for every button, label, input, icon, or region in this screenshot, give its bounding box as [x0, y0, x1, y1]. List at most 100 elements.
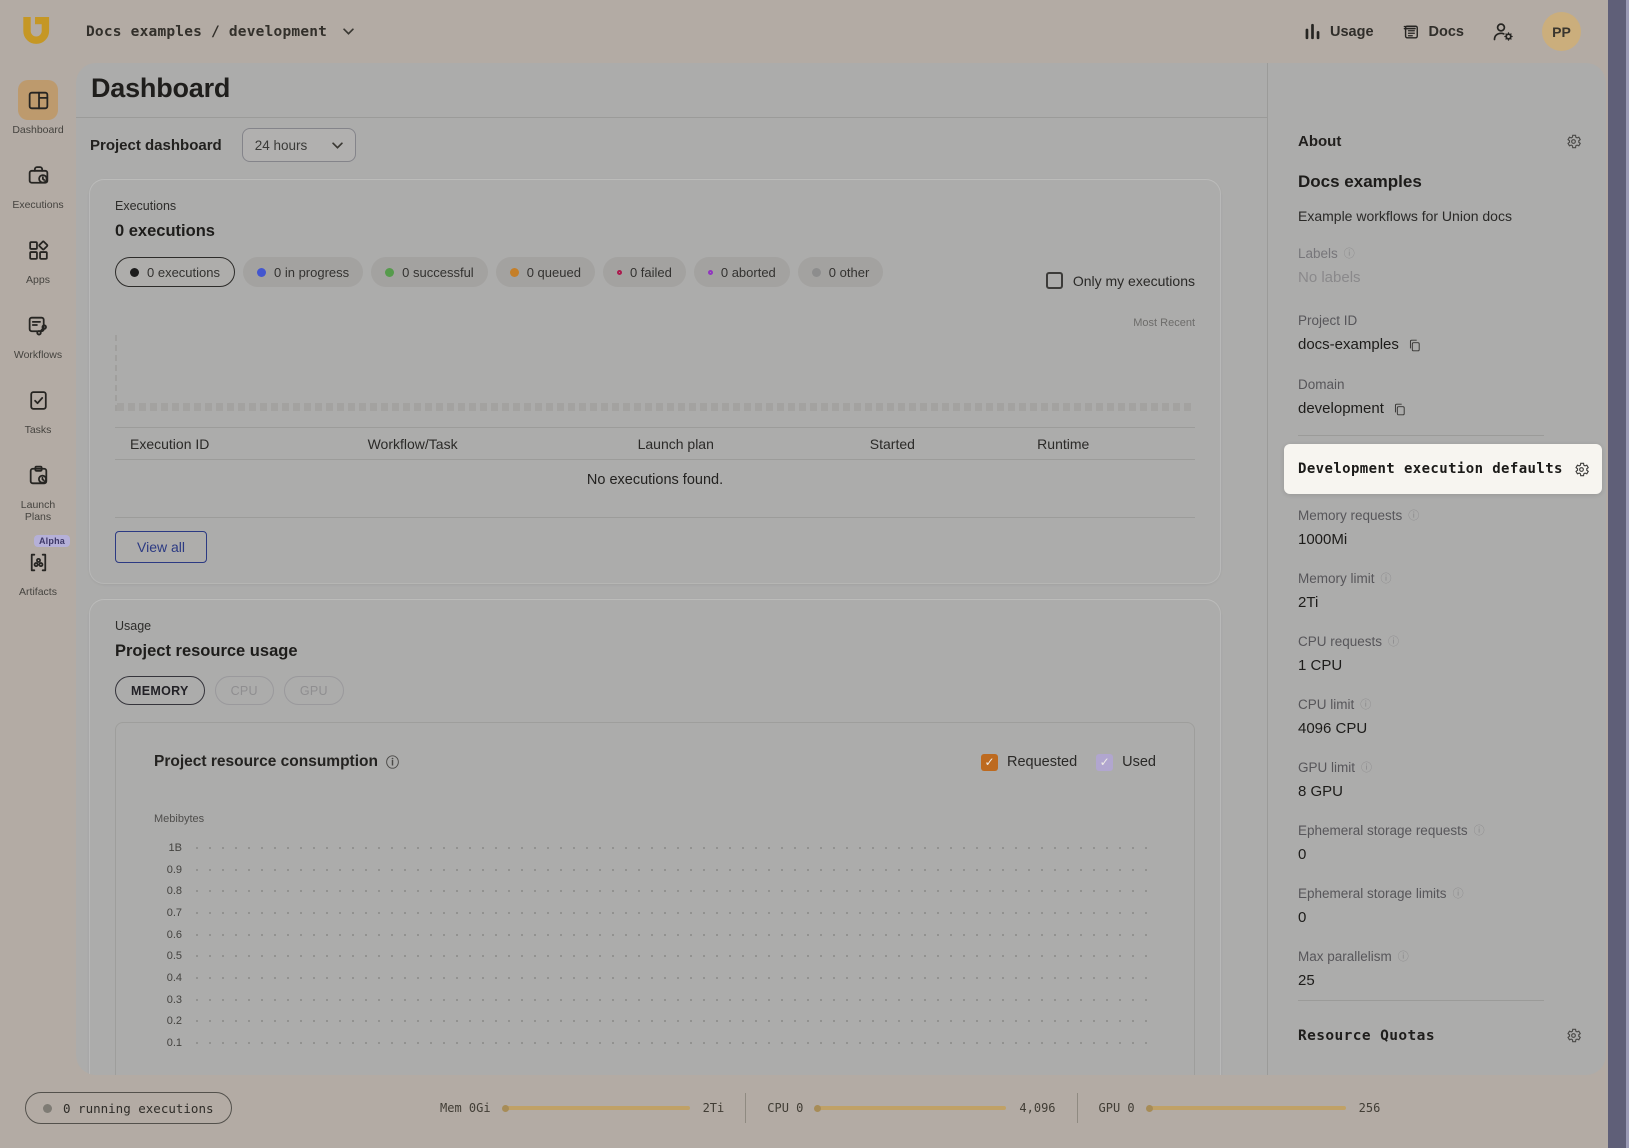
status-dot: [257, 268, 266, 277]
cpu-requests-value: 1 CPU: [1298, 656, 1582, 676]
status-dot: [385, 268, 394, 277]
sidebar-item-launch-plans[interactable]: Launch Plans: [2, 455, 74, 523]
usage-kicker: Usage: [115, 619, 1195, 633]
gear-icon[interactable]: [1565, 1027, 1582, 1044]
tab-memory[interactable]: MEMORY: [115, 676, 205, 705]
info-icon: ⓘ: [386, 756, 399, 769]
sidebar-item-tasks[interactable]: Tasks: [2, 380, 74, 436]
gridline: [196, 977, 1156, 979]
statusbar: 0 running executions Mem 0Gi 2Ti CPU 0 4…: [0, 1075, 1608, 1148]
sidebar-item-label: Launch Plans: [9, 499, 67, 523]
topbar: Docs examples / development Usage Docs: [0, 0, 1608, 63]
running-executions-pill[interactable]: 0 running executions: [25, 1092, 232, 1124]
divider: [1298, 1000, 1544, 1001]
executions-table-header: Execution ID Workflow/Task Launch plan S…: [115, 427, 1195, 460]
filter-failed[interactable]: 0 failed: [603, 257, 686, 287]
executions-count-title: 0 executions: [115, 222, 1195, 241]
memory-requests-label: Memory requests: [1298, 508, 1402, 524]
filter-executions[interactable]: 0 executions: [115, 257, 235, 287]
cpu-gauge-bar: [816, 1106, 1006, 1110]
gridline: [196, 847, 1156, 849]
executions-kicker: Executions: [115, 199, 1195, 213]
view-all-button[interactable]: View all: [115, 531, 207, 563]
executions-card: Executions 0 executions 0 executions 0 i…: [90, 180, 1220, 583]
legend-requested-checkbox[interactable]: ✓ Requested: [981, 754, 1077, 771]
copy-icon[interactable]: [1392, 402, 1407, 417]
tab-gpu[interactable]: GPU: [284, 676, 344, 705]
page-title: Dashboard: [91, 73, 230, 104]
dashboard-icon: [26, 88, 51, 113]
filter-successful[interactable]: 0 successful: [371, 257, 488, 287]
time-range-select[interactable]: 24 hours: [242, 128, 356, 162]
gpu-limit-label: GPU limit: [1298, 760, 1355, 776]
memory-limit-label: Memory limit: [1298, 571, 1375, 587]
docs-nav-button[interactable]: Docs: [1401, 22, 1464, 42]
ephemeral-storage-limits-label: Ephemeral storage limits: [1298, 886, 1447, 902]
gear-icon[interactable]: [1565, 133, 1582, 150]
info-icon: ⓘ: [1408, 511, 1419, 522]
launch-plans-icon: [26, 463, 51, 488]
status-dot: [130, 268, 139, 277]
tab-cpu[interactable]: CPU: [215, 676, 274, 705]
filter-queued[interactable]: 0 queued: [496, 257, 595, 287]
max-parallelism-label: Max parallelism: [1298, 949, 1392, 965]
resource-quotas-header: Resource Quotas: [1298, 1027, 1582, 1044]
mem-gauge-bar: [504, 1106, 690, 1110]
breadcrumb[interactable]: Docs examples / development: [86, 0, 354, 63]
info-icon: ⓘ: [1381, 574, 1392, 585]
sidebar-item-label: Tasks: [25, 424, 52, 436]
filter-label: 0 successful: [402, 265, 474, 280]
union-logo[interactable]: [18, 13, 54, 50]
sidebar-item-artifacts[interactable]: Alpha Artifacts: [2, 542, 74, 598]
copy-icon[interactable]: [1407, 338, 1422, 353]
info-icon: ⓘ: [1453, 889, 1464, 900]
gear-icon[interactable]: [1573, 461, 1590, 478]
domain-value: development: [1298, 399, 1384, 419]
sparkline-empty-dashes: [117, 403, 1195, 411]
tick-label: 0.8: [154, 885, 182, 897]
alpha-badge: Alpha: [34, 535, 70, 547]
gpu-gauge-max: 256: [1359, 1101, 1381, 1115]
avatar[interactable]: PP: [1542, 12, 1581, 51]
column-started: Started: [855, 436, 1022, 452]
about-panel: About Docs examples Example workflows fo…: [1267, 63, 1606, 1075]
sidebar-item-label: Executions: [12, 199, 63, 211]
user-settings-icon[interactable]: [1491, 20, 1515, 44]
filter-in-progress[interactable]: 0 in progress: [243, 257, 363, 287]
filter-aborted[interactable]: 0 aborted: [694, 257, 790, 287]
info-icon: ⓘ: [1360, 700, 1371, 711]
tick-label: 0.9: [154, 864, 182, 876]
tick-label: 0.2: [154, 1015, 182, 1027]
usage-nav-button[interactable]: Usage: [1303, 22, 1374, 41]
ephemeral-storage-limits-value: 0: [1298, 908, 1582, 928]
cpu-requests-label: CPU requests: [1298, 634, 1382, 650]
docs-icon: [1401, 22, 1421, 42]
scrollbar[interactable]: [1608, 0, 1629, 1148]
filter-label: 0 aborted: [721, 265, 776, 280]
chevron-down-icon: [343, 28, 354, 35]
info-icon: ⓘ: [1388, 637, 1399, 648]
mem-gauge-label: Mem 0Gi: [440, 1101, 491, 1115]
development-execution-defaults-header: Development execution defaults: [1284, 444, 1602, 494]
defaults-title: Development execution defaults: [1298, 461, 1563, 477]
sidebar-item-dashboard[interactable]: Dashboard: [2, 80, 74, 136]
legend-used-checkbox[interactable]: ✓ Used: [1096, 754, 1156, 771]
project-dashboard-label: Project dashboard: [90, 137, 222, 154]
sidebar-item-workflows[interactable]: Workflows: [2, 305, 74, 361]
project-name: Docs examples: [1298, 172, 1582, 192]
executions-icon: [26, 163, 51, 188]
filter-other[interactable]: 0 other: [798, 257, 883, 287]
sidebar-item-apps[interactable]: Apps: [2, 230, 74, 286]
sidebar-item-label: Workflows: [14, 349, 62, 361]
resource-quotas-title: Resource Quotas: [1298, 1028, 1435, 1044]
ephemeral-storage-requests-value: 0: [1298, 845, 1582, 865]
most-recent-label: Most Recent: [1133, 317, 1195, 329]
sidebar-item-executions[interactable]: Executions: [2, 155, 74, 211]
tick-label: 0.1: [154, 1037, 182, 1049]
gridline: [196, 912, 1156, 914]
only-my-executions-checkbox[interactable]: Only my executions: [1046, 272, 1195, 289]
info-icon: ⓘ: [1474, 826, 1485, 837]
project-description: Example workflows for Union docs: [1298, 207, 1582, 225]
apps-icon: [26, 238, 51, 263]
column-launch-plan: Launch plan: [623, 436, 855, 452]
